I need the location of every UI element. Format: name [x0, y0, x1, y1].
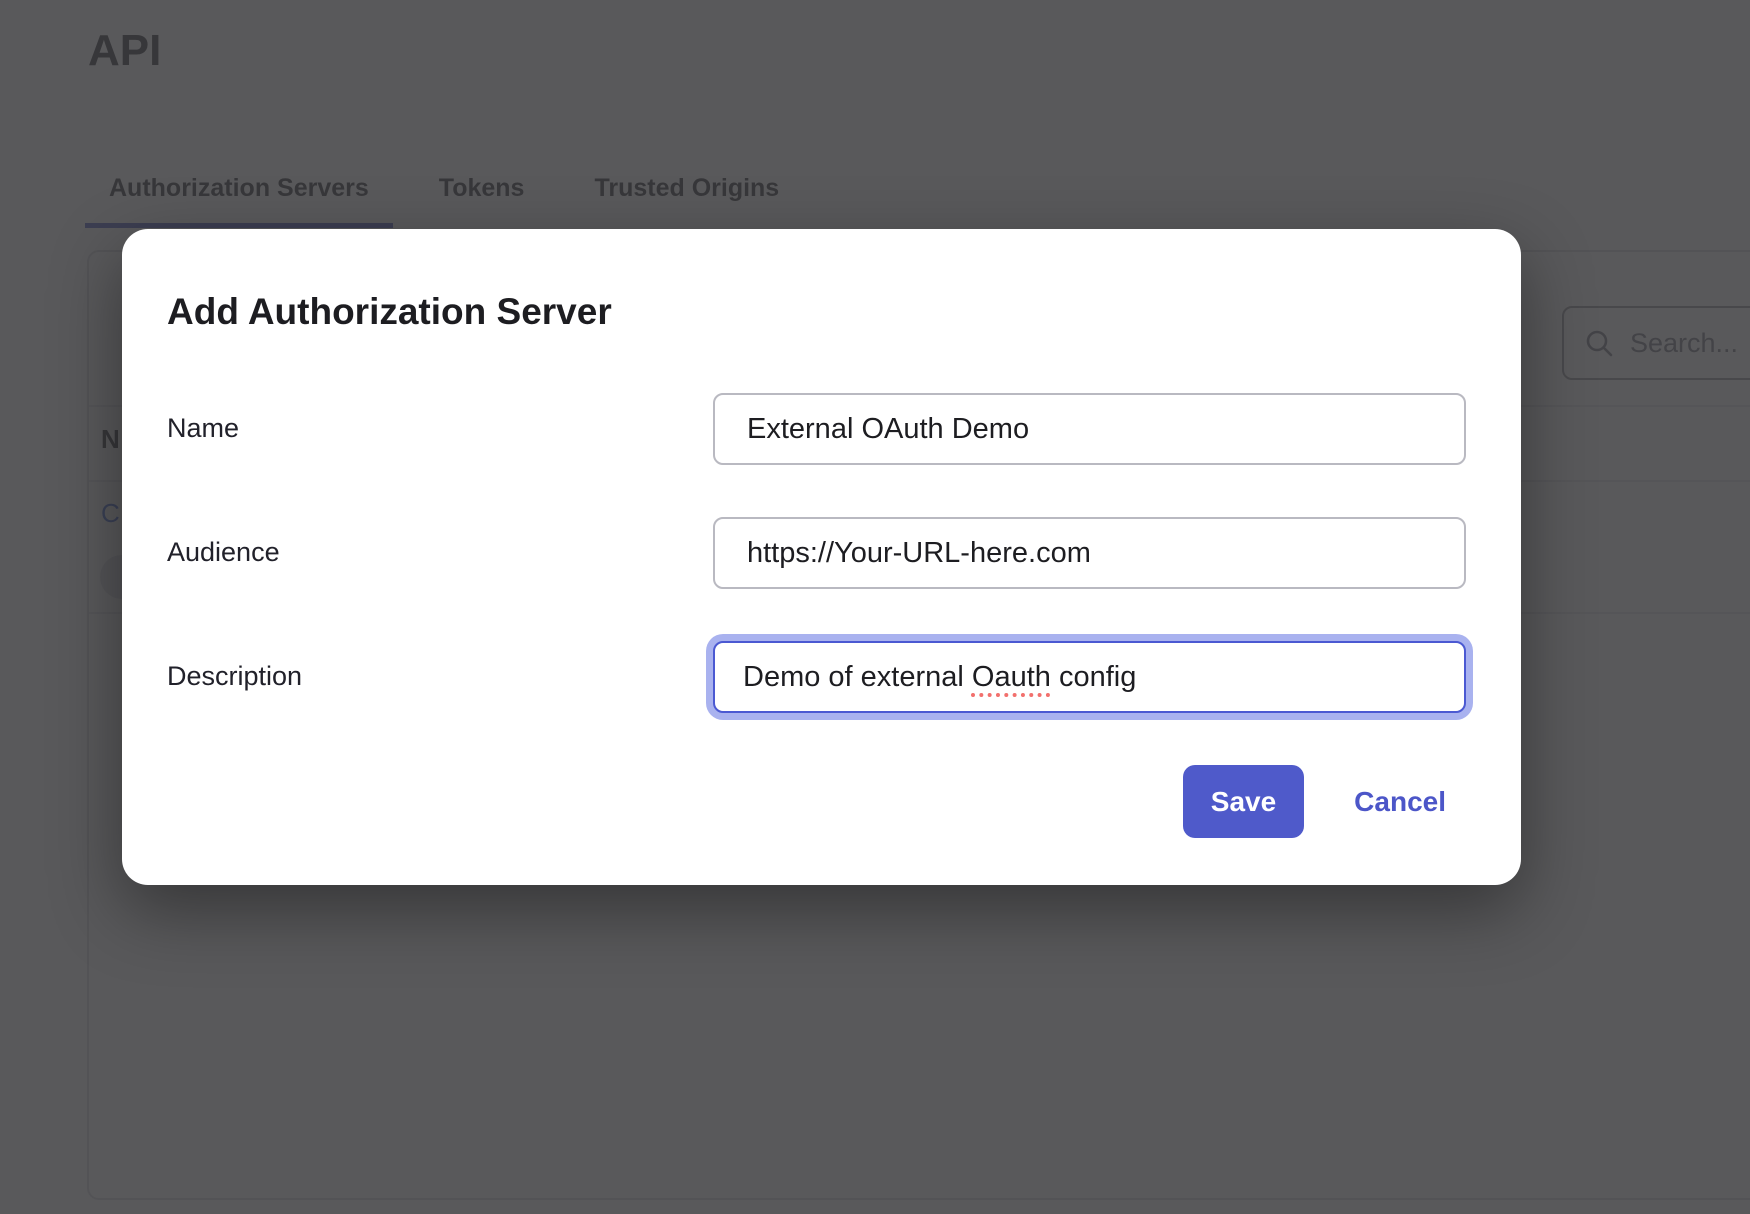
description-text-before: Demo of external [743, 661, 972, 694]
save-button[interactable]: Save [1183, 765, 1304, 838]
add-authorization-server-modal: Add Authorization Server Name Audience D… [122, 229, 1521, 885]
audience-field-row: Audience [167, 517, 1466, 589]
modal-title: Add Authorization Server [167, 291, 1466, 333]
name-input[interactable] [713, 393, 1466, 465]
name-field-row: Name [167, 393, 1466, 465]
description-input[interactable]: Demo of external Oauth config [713, 641, 1466, 713]
modal-button-row: Save Cancel [167, 765, 1466, 838]
audience-input[interactable] [713, 517, 1466, 589]
screen: API Authorization Servers Tokens Trusted… [0, 0, 1750, 1214]
audience-label: Audience [167, 517, 713, 568]
description-field-row: Description Demo of external Oauth confi… [167, 641, 1466, 713]
name-label: Name [167, 393, 713, 444]
description-label: Description [167, 641, 713, 692]
description-misspelled-word: Oauth [972, 661, 1051, 694]
cancel-button[interactable]: Cancel [1354, 786, 1446, 818]
description-text-after: config [1051, 661, 1136, 694]
